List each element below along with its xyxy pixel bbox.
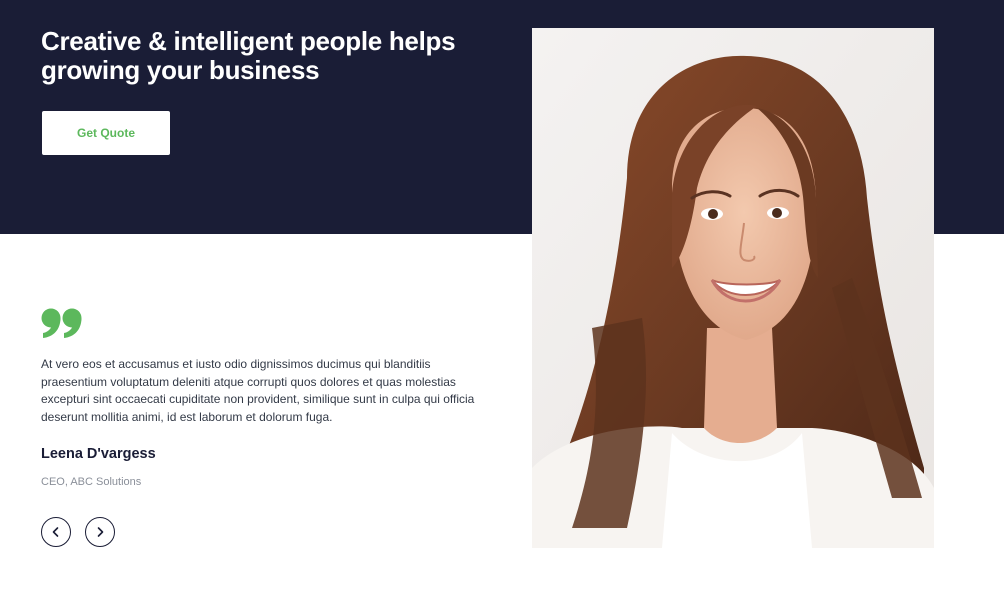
next-button[interactable] [85, 517, 115, 547]
testimonial-quote: At vero eos et accusamus et iusto odio d… [41, 357, 475, 424]
author-name: Leena D'vargess [41, 446, 156, 462]
chevron-right-icon [97, 527, 104, 537]
portrait-illustration [532, 28, 934, 548]
testimonial-photo [532, 28, 934, 548]
author-role: CEO, ABC Solutions [41, 476, 142, 488]
previous-button[interactable] [41, 517, 71, 547]
quote-icon [41, 308, 82, 338]
chevron-left-icon [52, 527, 59, 537]
get-quote-button[interactable]: Get Quote [42, 111, 170, 155]
hero-headline: Creative & intelligent people helps grow… [41, 26, 456, 85]
